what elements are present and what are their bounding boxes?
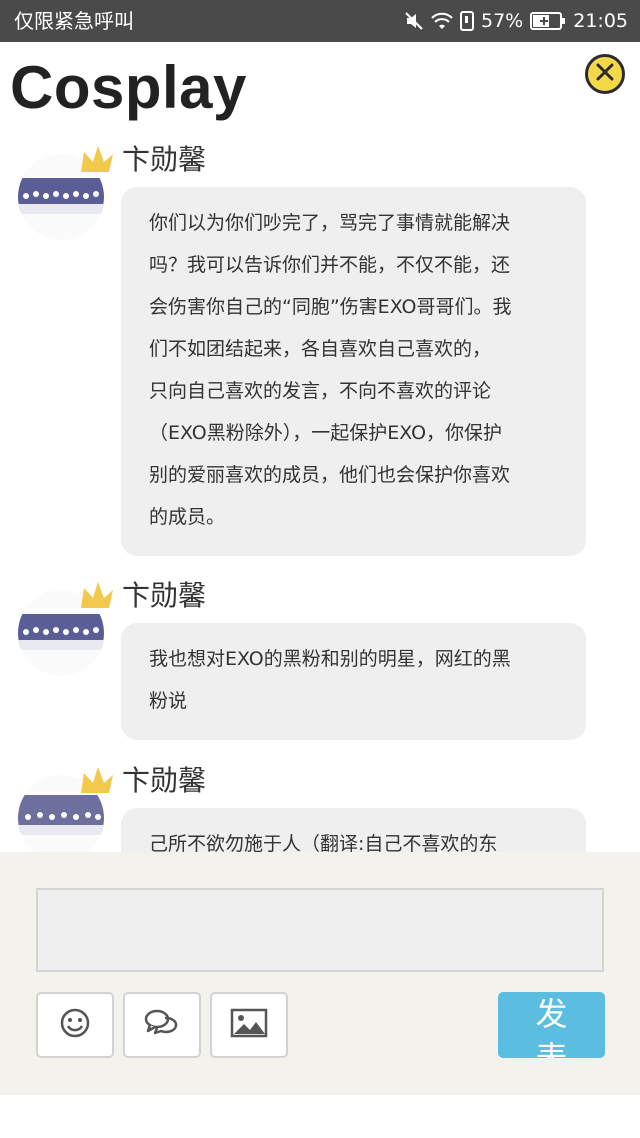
battery-icon	[530, 12, 566, 30]
comment-username[interactable]: 卞勋馨	[122, 759, 206, 803]
comment-item: 卞勋馨 你们以为你们吵完了，骂完了事情就能解决 吗？我可以告诉你们并不能，不仅不…	[0, 130, 640, 560]
send-button[interactable]: 发 表	[498, 992, 605, 1058]
reply-panel: 发 表	[0, 852, 640, 1095]
avatar-group	[18, 578, 116, 676]
emoji-icon	[59, 1007, 91, 1043]
avatar-group	[18, 763, 116, 852]
comment-item: 卞勋馨 己所不欲勿施于人（翻译:自己不喜欢的东	[0, 751, 640, 852]
chat-bubbles-icon	[144, 1008, 180, 1042]
status-icons: 57% 21:05	[404, 8, 628, 34]
carrier-text: 仅限紧急呼叫	[14, 9, 134, 33]
avatar-group	[18, 142, 116, 240]
comment-text: 我也想对EXO的黑粉和别的明星，网红的黑 粉说	[121, 623, 586, 740]
sim-icon	[460, 11, 474, 31]
page-title: Cosplay	[10, 54, 247, 121]
close-button[interactable]	[585, 54, 625, 94]
emoji-button[interactable]	[36, 992, 114, 1058]
comment-username[interactable]: 卞勋馨	[122, 574, 206, 618]
mute-icon	[404, 11, 424, 31]
image-icon	[230, 1008, 268, 1042]
wifi-icon	[431, 12, 453, 30]
battery-text: 57%	[481, 10, 524, 32]
clock: 21:05	[573, 10, 628, 32]
crown-icon	[78, 578, 116, 616]
status-bar: 仅限紧急呼叫 57% 21:05	[0, 0, 640, 42]
crown-icon	[78, 763, 116, 801]
reply-input[interactable]	[36, 888, 604, 972]
comment-text: 己所不欲勿施于人（翻译:自己不喜欢的东	[121, 808, 586, 852]
chat-button[interactable]	[123, 992, 201, 1058]
comment-text: 你们以为你们吵完了，骂完了事情就能解决 吗？我可以告诉你们并不能，不仅不能，还 …	[121, 187, 586, 556]
crown-icon	[78, 142, 116, 180]
comment-list[interactable]: 卞勋馨 你们以为你们吵完了，骂完了事情就能解决 吗？我可以告诉你们并不能，不仅不…	[0, 130, 640, 852]
close-circle-icon	[595, 62, 615, 86]
comment-item: 卞勋馨 我也想对EXO的黑粉和别的明星，网红的黑 粉说	[0, 566, 640, 740]
image-button[interactable]	[210, 992, 288, 1058]
comment-username[interactable]: 卞勋馨	[122, 138, 206, 182]
